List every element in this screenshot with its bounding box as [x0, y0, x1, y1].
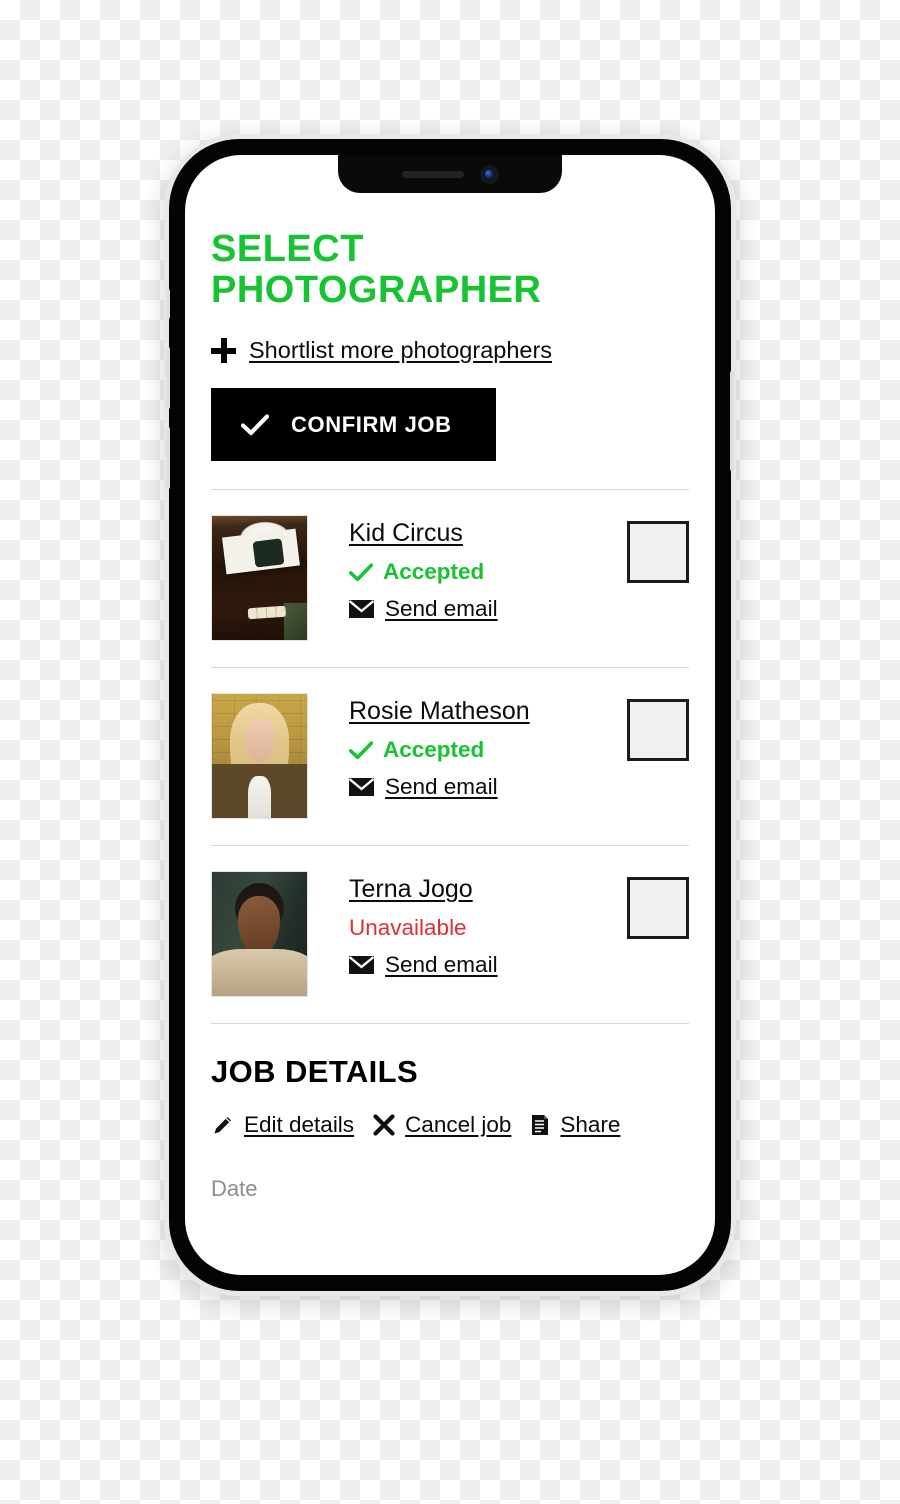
check-icon [241, 413, 269, 435]
confirm-job-button[interactable]: CONFIRM JOB [211, 388, 496, 462]
photographer-avatar [211, 515, 308, 642]
phone-notch [338, 155, 562, 193]
photographer-row[interactable]: Rosie Matheson Accepted Send email [211, 668, 689, 845]
photographer-name-link[interactable]: Rosie Matheson [349, 697, 621, 726]
envelope-icon [349, 600, 374, 619]
phone-frame: SELECT PHOTOGRAPHER Shortlist more photo… [164, 134, 736, 1296]
send-email-link[interactable]: Send email [349, 596, 621, 622]
check-icon [349, 740, 373, 759]
photographer-info: Kid Circus Accepted Send email [308, 515, 621, 622]
volume-down-button[interactable] [166, 427, 170, 489]
envelope-icon [349, 778, 374, 797]
status-badge: Accepted [349, 559, 621, 585]
status-text: Accepted [383, 559, 485, 585]
photographer-avatar [211, 693, 308, 820]
photographer-info: Rosie Matheson Accepted Send email [308, 693, 621, 800]
envelope-icon [349, 956, 374, 975]
photographer-row[interactable]: Kid Circus Accepted Send email [211, 490, 689, 667]
app-content: SELECT PHOTOGRAPHER Shortlist more photo… [185, 155, 715, 1275]
share-button[interactable]: Share [529, 1112, 620, 1138]
share-label: Share [560, 1112, 621, 1138]
send-email-link[interactable]: Send email [349, 774, 621, 800]
power-button[interactable] [730, 371, 734, 471]
silent-switch-button[interactable] [166, 289, 170, 319]
cancel-job-label: Cancel job [405, 1112, 512, 1138]
job-details-heading: JOB DETAILS [211, 1054, 419, 1090]
photographer-name-link[interactable]: Terna Jogo [349, 875, 621, 904]
cancel-job-button[interactable]: Cancel job [372, 1112, 511, 1138]
phone-screen: SELECT PHOTOGRAPHER Shortlist more photo… [185, 155, 715, 1275]
speaker-grille-icon [401, 170, 464, 178]
shortlist-more-photographers-link[interactable]: Shortlist more photographers [211, 337, 689, 364]
send-email-link[interactable]: Send email [349, 952, 621, 978]
select-photographer-checkbox[interactable] [627, 877, 689, 940]
status-badge: Accepted [349, 737, 621, 763]
photographer-row[interactable]: Terna Jogo Unavailable Send email [211, 846, 689, 1023]
edit-details-label: Edit details [244, 1112, 355, 1138]
pencil-icon [214, 1117, 231, 1134]
front-camera-icon [479, 164, 499, 184]
copy-icon [532, 1115, 549, 1136]
shortlist-label: Shortlist more photographers [249, 337, 553, 364]
date-field-label: Date [211, 1176, 258, 1202]
status-text: Accepted [383, 737, 485, 763]
divider [211, 1023, 689, 1025]
send-email-label: Send email [385, 774, 498, 800]
select-photographer-checkbox[interactable] [627, 521, 689, 584]
confirm-job-label: CONFIRM JOB [291, 411, 452, 437]
status-badge: Unavailable [349, 915, 621, 941]
photographer-info: Terna Jogo Unavailable Send email [308, 871, 621, 978]
volume-up-button[interactable] [166, 347, 170, 409]
photographer-name-link[interactable]: Kid Circus [349, 519, 621, 548]
close-x-icon [373, 1114, 395, 1136]
phone-body: SELECT PHOTOGRAPHER Shortlist more photo… [166, 139, 734, 1291]
job-actions-toolbar: Edit details Cancel job Share [211, 1112, 689, 1138]
photographer-avatar [211, 871, 308, 998]
check-icon [349, 562, 373, 581]
plus-icon [211, 338, 236, 364]
select-photographer-checkbox[interactable] [627, 699, 689, 762]
status-text: Unavailable [349, 915, 467, 941]
send-email-label: Send email [385, 952, 498, 978]
edit-details-button[interactable]: Edit details [211, 1112, 354, 1138]
send-email-label: Send email [385, 596, 498, 622]
